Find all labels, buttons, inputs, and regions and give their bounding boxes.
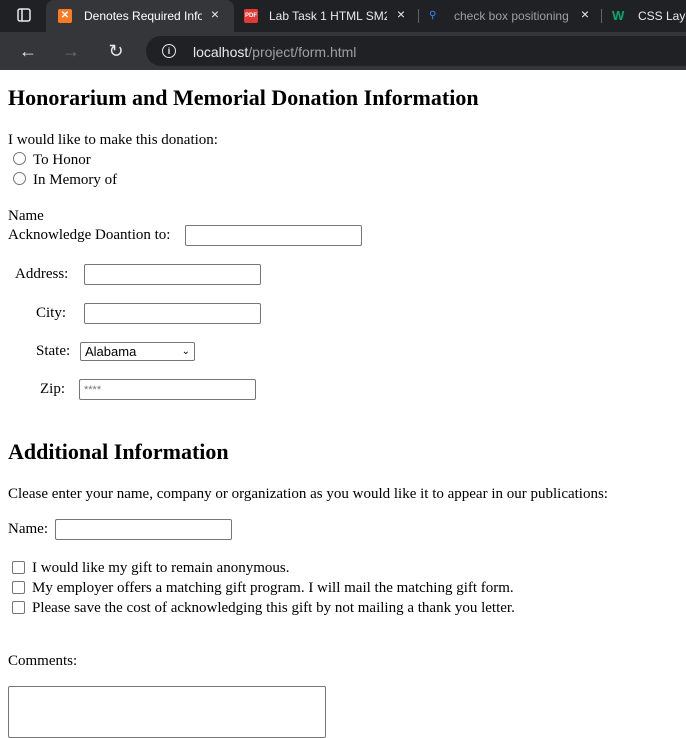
acknowledge-label: Acknowledge Doantion to: [8, 227, 171, 243]
close-icon[interactable]: × [578, 7, 592, 21]
state-selected-value: Alabama [85, 344, 137, 359]
tab-denotes-required[interactable]: ✕ Denotes Required Info × [46, 0, 234, 32]
close-icon[interactable]: × [394, 7, 408, 21]
pdf-icon: PDF [244, 9, 258, 23]
zip-input[interactable] [79, 379, 256, 400]
checkbox-matching-gift[interactable] [12, 581, 25, 594]
checkbox-label-matching-gift: My employer offers a matching gift progr… [32, 580, 514, 596]
address-label: Address: [15, 266, 69, 282]
checkbox-no-thank-you[interactable] [12, 601, 25, 614]
tab-title: check box positioning [454, 9, 569, 23]
search-icon: ⚲ [429, 10, 437, 21]
tab-title: Denotes Required Info [84, 9, 202, 23]
address-bar[interactable]: i localhost/project/form.html [146, 36, 686, 66]
radio-in-memory[interactable] [13, 172, 26, 185]
tab-check-box[interactable]: ⚲ check box positioning × [419, 0, 601, 32]
forward-icon[interactable]: → [60, 40, 82, 62]
checkbox-label-anonymous: I would like my gift to remain anonymous… [32, 560, 290, 576]
radio-to-honor[interactable] [13, 152, 26, 165]
back-icon[interactable]: ← [17, 40, 39, 62]
city-label: City: [36, 305, 67, 321]
toolbar: ← → ↻ i localhost/project/form.html [0, 32, 686, 70]
address-input[interactable] [84, 264, 261, 285]
donation-prompt: I would like to make this donation: [8, 132, 218, 148]
state-label: State: [36, 343, 71, 359]
tab-lab-task[interactable]: PDF Lab Task 1 HTML SM2 × [234, 0, 418, 32]
pub-name-input[interactable] [55, 519, 232, 540]
additional-heading: Additional Information [8, 439, 229, 464]
name-label: Name [8, 208, 44, 224]
comments-label: Comments: [8, 653, 78, 669]
w3schools-icon: W [612, 8, 625, 23]
chevron-down-icon: ⌄ [181, 346, 190, 357]
close-icon[interactable]: × [208, 7, 222, 21]
donation-heading: Honorarium and Memorial Donation Informa… [8, 85, 479, 110]
acknowledge-input[interactable] [185, 225, 362, 246]
address-url[interactable]: localhost/project/form.html [193, 44, 356, 60]
pub-name-label: Name: [8, 521, 48, 537]
tab-css-layout[interactable]: W CSS Layo [602, 0, 686, 32]
tab-title: Lab Task 1 HTML SM2 [269, 9, 387, 23]
checkbox-anonymous[interactable] [12, 561, 25, 574]
zip-label: Zip: [40, 381, 65, 397]
page-content: Honorarium and Memorial Donation Informa… [0, 70, 686, 738]
info-icon[interactable]: i [162, 44, 176, 58]
publication-prompt: Clease enter your name, company or organ… [8, 486, 608, 502]
browser-chrome: ✕ Denotes Required Info × PDF Lab Task 1… [0, 0, 686, 70]
state-select[interactable]: Alabama ⌄ [80, 342, 195, 361]
reload-icon[interactable]: ↻ [105, 40, 127, 62]
radio-label-in-memory: In Memory of [33, 172, 118, 188]
tab-bar: ✕ Denotes Required Info × PDF Lab Task 1… [0, 0, 686, 32]
radio-label-to-honor: To Honor [33, 152, 91, 168]
checkbox-label-no-thank-you: Please save the cost of acknowledging th… [32, 600, 515, 616]
xampp-icon: ✕ [58, 9, 72, 23]
tab-actions-icon[interactable] [14, 5, 34, 25]
tab-title: CSS Layo [638, 9, 686, 23]
comments-textarea[interactable] [8, 686, 326, 738]
city-input[interactable] [84, 303, 261, 324]
